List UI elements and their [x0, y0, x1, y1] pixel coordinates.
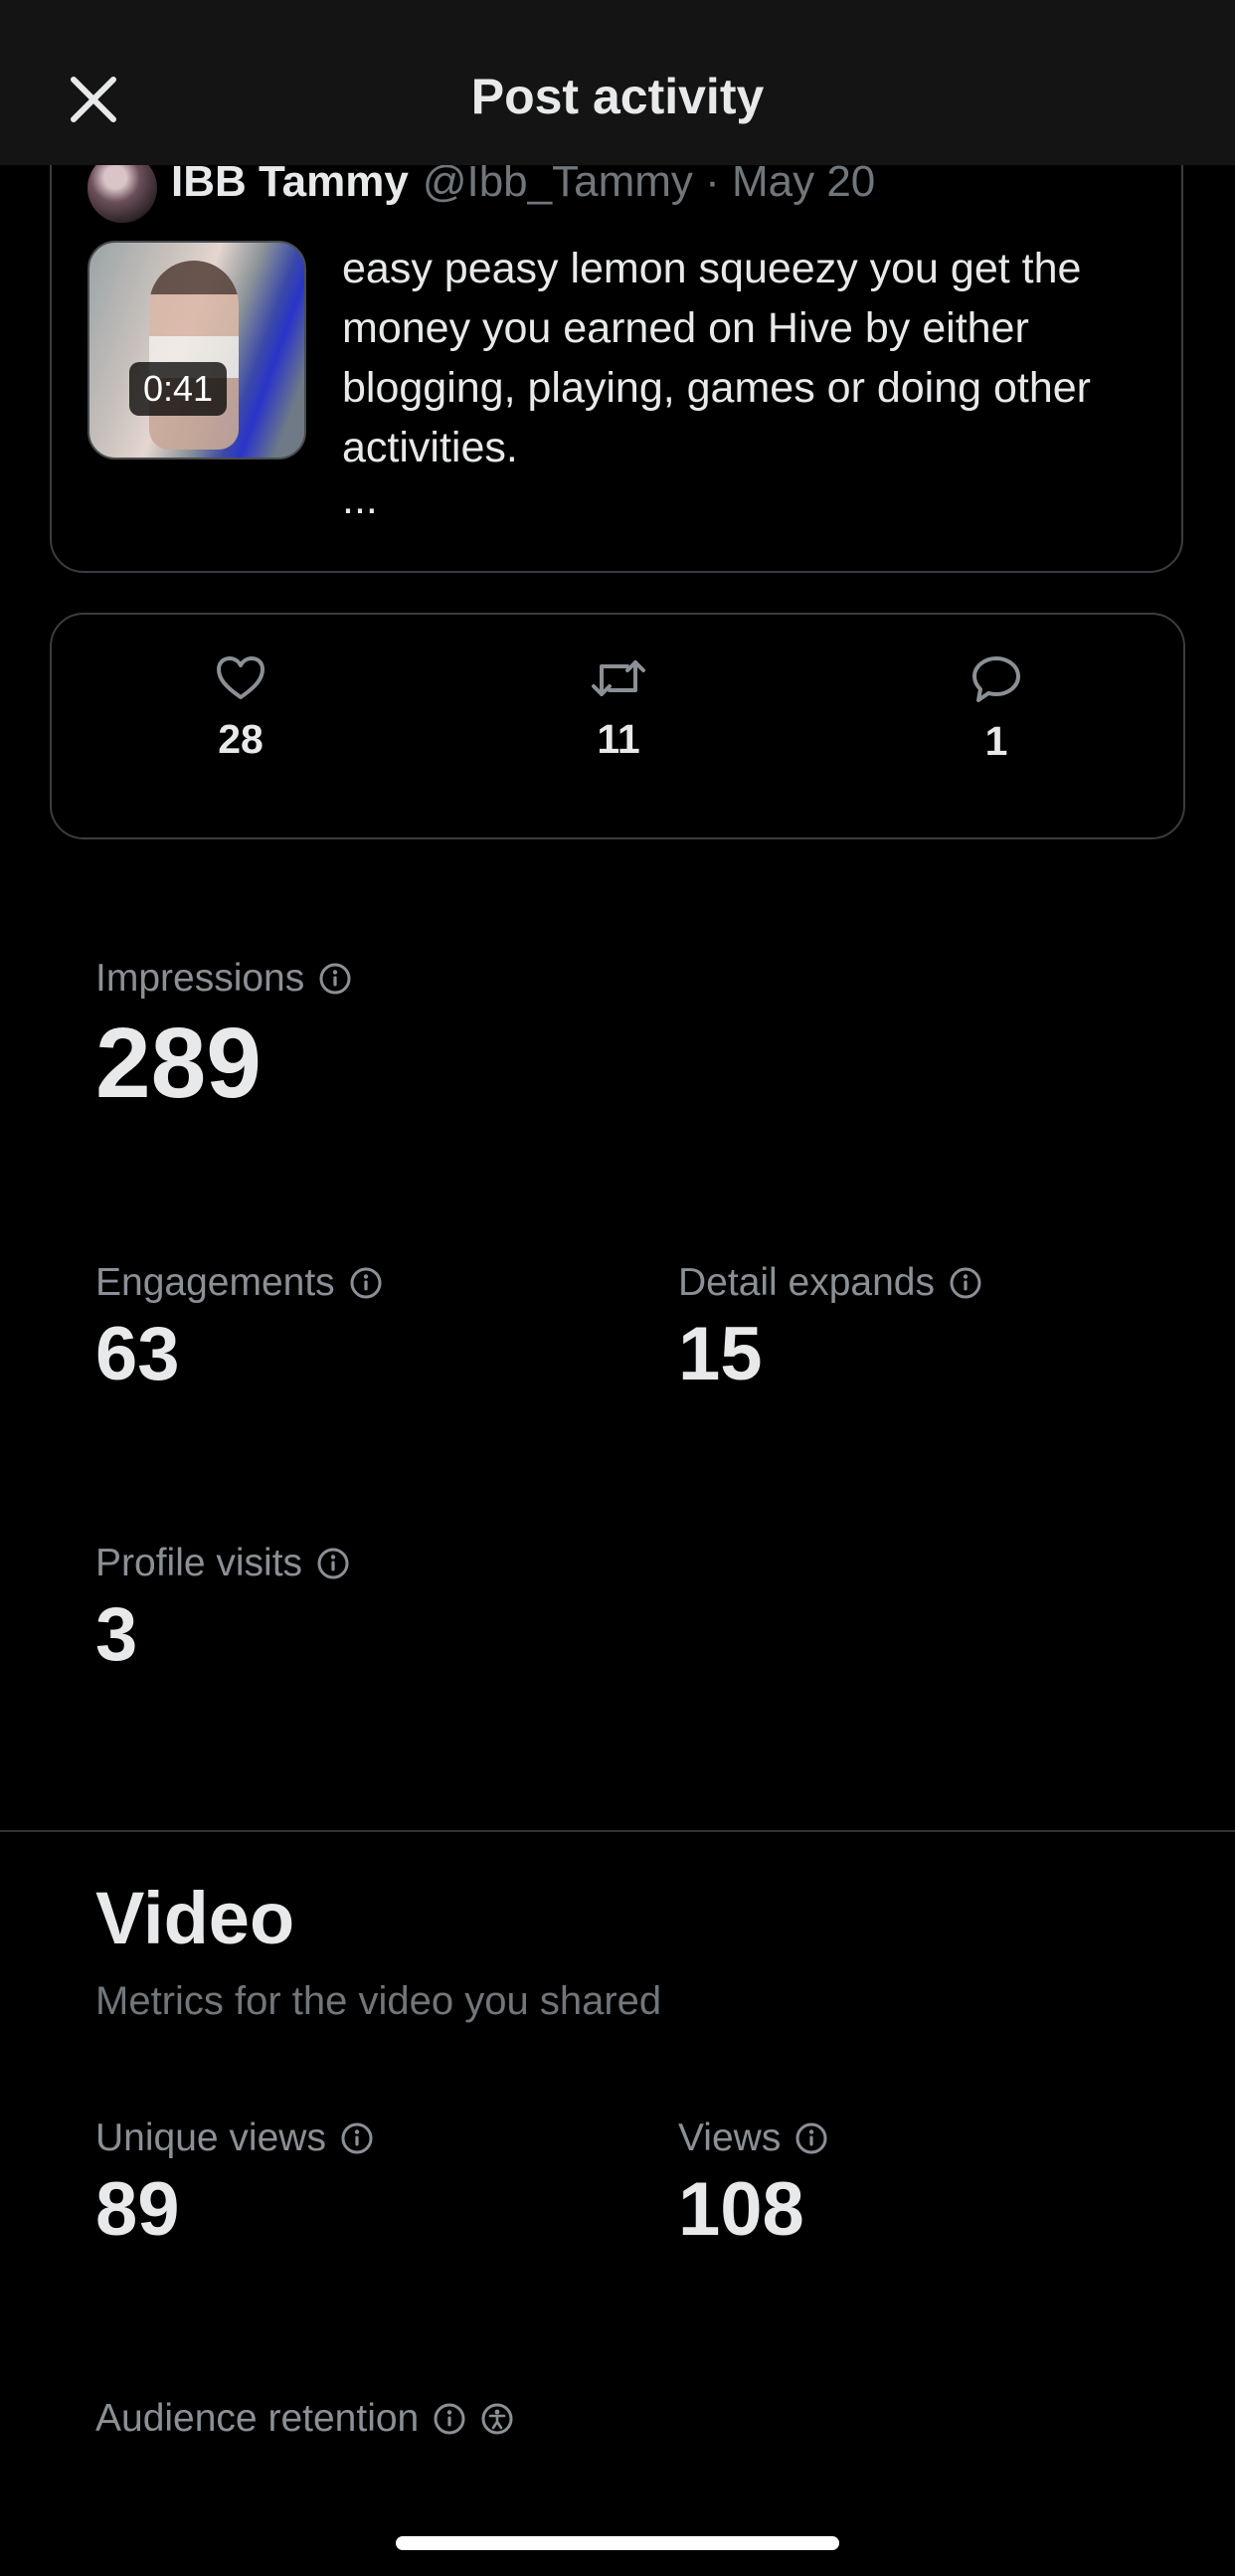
detail-expands-value: 15 — [678, 1312, 763, 1396]
heart-icon — [217, 656, 265, 699]
replies-count: 1 — [984, 718, 1008, 764]
info-icon[interactable] — [433, 2402, 466, 2436]
engagement-stats-card: 28 11 1 — [50, 613, 1185, 839]
accessibility-icon[interactable] — [480, 2402, 514, 2436]
video-thumbnail[interactable]: 0:41 — [88, 241, 306, 460]
engagements-value: 63 — [95, 1312, 180, 1396]
section-divider — [0, 1830, 1235, 1832]
impressions-label: Impressions — [95, 957, 305, 1000]
profile-visits-value: 3 — [95, 1592, 138, 1677]
info-icon[interactable] — [318, 962, 352, 996]
reposts-count: 11 — [597, 716, 640, 762]
replies-stat: 1 — [897, 654, 1096, 765]
reply-icon — [972, 656, 1020, 702]
unique-views-label: Unique views — [95, 2116, 326, 2159]
info-icon[interactable] — [949, 1266, 982, 1300]
unique-views-label-row: Unique views — [95, 2116, 374, 2160]
views-metric: Views 108 — [678, 2116, 828, 2253]
detail-expands-label-row: Detail expands — [678, 1261, 982, 1305]
profile-visits-label-row: Profile visits — [95, 1542, 350, 1585]
repost-icon — [592, 660, 645, 696]
post-text: easy peasy lemon squeezy you get the mon… — [342, 245, 1092, 471]
audience-retention-label-row: Audience retention — [95, 2397, 514, 2441]
page-title: Post activity — [470, 69, 765, 124]
likes-count: 28 — [218, 716, 264, 762]
video-section-title: Video — [95, 1877, 295, 1959]
reposts-stat: 11 — [519, 654, 718, 763]
video-thumbnail-image — [149, 261, 239, 450]
home-indicator[interactable] — [396, 2536, 839, 2550]
audience-retention-metric: Audience retention — [95, 2397, 514, 2441]
info-icon[interactable] — [349, 1266, 383, 1300]
audience-retention-label: Audience retention — [95, 2397, 420, 2440]
video-duration-badge: 0:41 — [129, 362, 228, 416]
info-icon[interactable] — [340, 2121, 374, 2155]
info-icon[interactable] — [794, 2121, 828, 2155]
engagements-metric: Engagements 63 — [95, 1261, 383, 1397]
profile-visits-label: Profile visits — [95, 1542, 303, 1584]
engagements-label-row: Engagements — [95, 1261, 383, 1305]
engagements-label: Engagements — [95, 1261, 335, 1304]
likes-stat: 28 — [141, 654, 340, 763]
views-label: Views — [678, 2116, 782, 2159]
unique-views-metric: Unique views 89 — [95, 2116, 374, 2253]
impressions-metric: Impressions 289 — [95, 957, 352, 1121]
detail-expands-metric: Detail expands 15 — [678, 1261, 982, 1397]
header-bar: Post activity — [0, 0, 1235, 165]
impressions-label-row: Impressions — [95, 957, 352, 1001]
views-label-row: Views — [678, 2116, 828, 2160]
impressions-value: 289 — [95, 1008, 262, 1119]
unique-views-value: 89 — [95, 2167, 180, 2252]
info-icon[interactable] — [316, 1547, 350, 1580]
views-value: 108 — [678, 2167, 804, 2252]
detail-expands-label: Detail expands — [678, 1261, 935, 1304]
post-text-ellipsis: ... — [342, 475, 378, 523]
video-section-subtitle: Metrics for the video you shared — [95, 1979, 662, 2023]
profile-visits-metric: Profile visits 3 — [95, 1542, 350, 1678]
